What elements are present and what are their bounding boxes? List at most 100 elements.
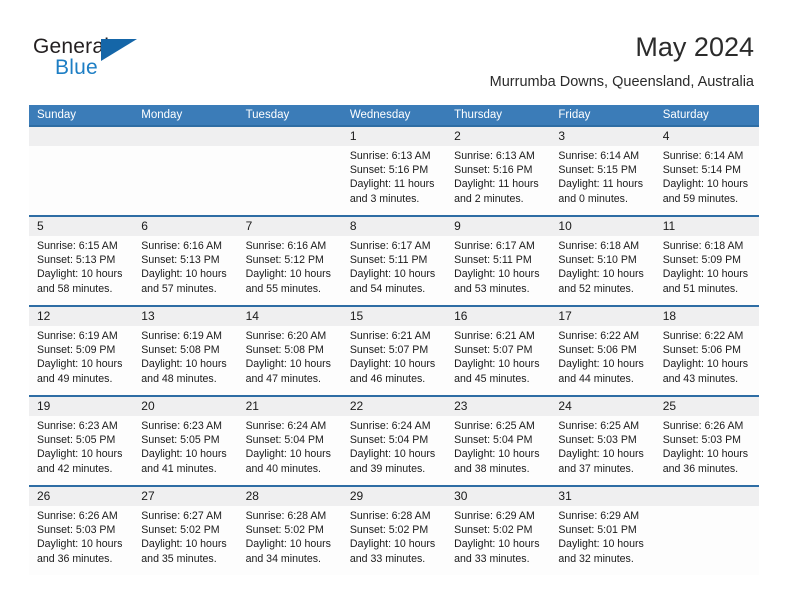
week-date-number-band: 19 20 21 22 23 24 25 [29,397,759,416]
day-cell[interactable]: Sunrise: 6:13 AM Sunset: 5:16 PM Daylight:… [342,146,446,215]
day-info-line: and 53 minutes. [454,282,530,295]
day-info-line: Sunset: 5:02 PM [141,524,220,537]
day-cell[interactable]: Sunrise: 6:24 AM Sunset: 5:04 PM Daylight:… [238,416,342,485]
day-number[interactable]: 17 [550,307,654,326]
day-cell-empty [238,146,342,215]
day-info-line: and 34 minutes. [245,552,321,565]
day-info-line: Sunset: 5:03 PM [558,434,637,447]
day-cell[interactable]: Sunrise: 6:27 AM Sunset: 5:02 PM Daylight:… [133,506,237,575]
page-title: May 2024 [635,32,754,62]
day-info-line: and 57 minutes. [141,282,217,295]
day-info-line: and 55 minutes. [245,282,321,295]
day-info-line: Sunrise: 6:28 AM [349,510,431,522]
day-of-week-header-monday: Monday [141,109,183,121]
day-number[interactable]: 12 [29,307,133,326]
day-cell[interactable]: Sunrise: 6:28 AM Sunset: 5:02 PM Daylight:… [238,506,342,575]
day-info-line: Sunrise: 6:29 AM [558,510,640,522]
day-cell[interactable]: Sunrise: 6:19 AM Sunset: 5:09 PM Daylight:… [29,326,133,395]
day-number[interactable]: 7 [238,217,342,236]
day-cell[interactable]: Sunrise: 6:29 AM Sunset: 5:01 PM Daylight:… [550,506,654,575]
day-info-line: Daylight: 10 hours [37,538,123,551]
day-cell[interactable]: Sunrise: 6:18 AM Sunset: 5:10 PM Daylight:… [550,236,654,305]
day-cell[interactable]: Sunrise: 6:16 AM Sunset: 5:12 PM Daylight:… [238,236,342,305]
day-number[interactable]: 5 [29,217,133,236]
day-number[interactable]: 3 [550,127,654,146]
day-cell[interactable]: Sunrise: 6:23 AM Sunset: 5:05 PM Daylight:… [133,416,237,485]
day-info-line: Sunset: 5:11 PM [454,254,532,267]
general-blue-logo: General Blue [33,36,163,84]
day-info-line: Sunrise: 6:25 AM [454,420,535,432]
day-number[interactable]: 21 [238,397,342,416]
day-number[interactable]: 28 [238,487,342,506]
day-number[interactable]: 4 [655,127,759,146]
day-info-line: Sunrise: 6:26 AM [37,510,118,522]
day-of-week-header-friday: Friday [558,109,591,121]
day-number-empty [238,127,342,146]
day-info-line: Sunrise: 6:24 AM [245,420,327,432]
triangle-logo-icon [101,39,137,61]
day-info-line: Sunrise: 6:17 AM [349,240,431,252]
day-cell[interactable]: Sunrise: 6:22 AM Sunset: 5:06 PM Daylight:… [550,326,654,395]
day-cell[interactable]: Sunrise: 6:25 AM Sunset: 5:04 PM Daylight:… [446,416,550,485]
day-number[interactable]: 2 [446,127,550,146]
day-cell[interactable]: Sunrise: 6:28 AM Sunset: 5:02 PM Daylight:… [342,506,446,575]
day-number[interactable]: 8 [342,217,446,236]
day-cell[interactable]: Sunrise: 6:23 AM Sunset: 5:05 PM Daylight:… [29,416,133,485]
day-info-line: Sunset: 5:04 PM [454,434,533,447]
day-number[interactable]: 31 [550,487,654,506]
day-cell[interactable]: Sunrise: 6:15 AM Sunset: 5:13 PM Daylight:… [29,236,133,305]
day-info-line: Daylight: 10 hours [454,268,540,281]
day-cell[interactable]: Sunrise: 6:21 AM Sunset: 5:07 PM Daylight:… [342,326,446,395]
day-cell[interactable]: Sunrise: 6:26 AM Sunset: 5:03 PM Daylight:… [655,416,759,485]
day-cell[interactable]: Sunrise: 6:21 AM Sunset: 5:07 PM Daylight:… [446,326,550,395]
day-cell[interactable]: Sunrise: 6:14 AM Sunset: 5:15 PM Daylight:… [550,146,654,215]
day-number[interactable]: 6 [133,217,237,236]
day-cell[interactable]: Sunrise: 6:13 AM Sunset: 5:16 PM Daylight:… [446,146,550,215]
day-cell[interactable]: Sunrise: 6:19 AM Sunset: 5:08 PM Daylight:… [133,326,237,395]
day-number[interactable]: 23 [446,397,550,416]
day-number[interactable]: 26 [29,487,133,506]
day-number[interactable]: 15 [342,307,446,326]
day-cell[interactable]: Sunrise: 6:14 AM Sunset: 5:14 PM Daylight:… [655,146,759,215]
day-number[interactable]: 27 [133,487,237,506]
day-cell[interactable]: Sunrise: 6:17 AM Sunset: 5:11 PM Daylight:… [342,236,446,305]
day-number[interactable]: 20 [133,397,237,416]
day-cell[interactable]: Sunrise: 6:29 AM Sunset: 5:02 PM Daylight:… [446,506,550,575]
day-cell[interactable]: Sunrise: 6:22 AM Sunset: 5:06 PM Daylight:… [655,326,759,395]
day-cell[interactable]: Sunrise: 6:18 AM Sunset: 5:09 PM Daylight:… [655,236,759,305]
day-info-line: Daylight: 10 hours [349,448,436,461]
day-number[interactable]: 24 [550,397,654,416]
day-cell[interactable]: Sunrise: 6:20 AM Sunset: 5:08 PM Daylight:… [238,326,342,395]
day-cell[interactable]: Sunrise: 6:17 AM Sunset: 5:11 PM Daylight:… [446,236,550,305]
day-info-line: and 43 minutes. [662,372,739,385]
day-cell[interactable]: Sunrise: 6:16 AM Sunset: 5:13 PM Daylight:… [133,236,237,305]
day-number[interactable]: 11 [655,217,759,236]
day-info-line: Daylight: 11 hours [558,178,644,191]
day-cell[interactable]: Sunrise: 6:25 AM Sunset: 5:03 PM Daylight:… [550,416,654,485]
day-number[interactable]: 10 [550,217,654,236]
day-info-line: and 46 minutes. [349,372,426,385]
day-cell[interactable]: Sunrise: 6:26 AM Sunset: 5:03 PM Daylight:… [29,506,133,575]
day-number[interactable]: 9 [446,217,550,236]
calendar-grid: Sunday Monday Tuesday Wednesday Thursday Frid… [29,105,759,575]
day-info-line: Daylight: 10 hours [558,358,644,371]
day-number[interactable]: 30 [446,487,550,506]
day-info-line: Sunrise: 6:17 AM [454,240,535,252]
day-number[interactable]: 1 [342,127,446,146]
day-number[interactable]: 13 [133,307,237,326]
day-info-line: Sunrise: 6:19 AM [141,330,222,342]
day-info-line: Sunset: 5:07 PM [349,344,429,357]
day-number-empty [655,487,759,506]
day-number[interactable]: 16 [446,307,550,326]
day-number[interactable]: 25 [655,397,759,416]
day-info-line: Daylight: 10 hours [662,178,749,191]
day-number[interactable]: 19 [29,397,133,416]
day-number[interactable]: 29 [342,487,446,506]
day-number[interactable]: 14 [238,307,342,326]
day-number[interactable]: 18 [655,307,759,326]
day-cell[interactable]: Sunrise: 6:24 AM Sunset: 5:04 PM Daylight:… [342,416,446,485]
day-info-line: Sunrise: 6:29 AM [454,510,535,522]
day-info-line: Daylight: 10 hours [454,538,540,551]
day-number[interactable]: 22 [342,397,446,416]
day-info-line: Sunset: 5:04 PM [245,434,324,447]
